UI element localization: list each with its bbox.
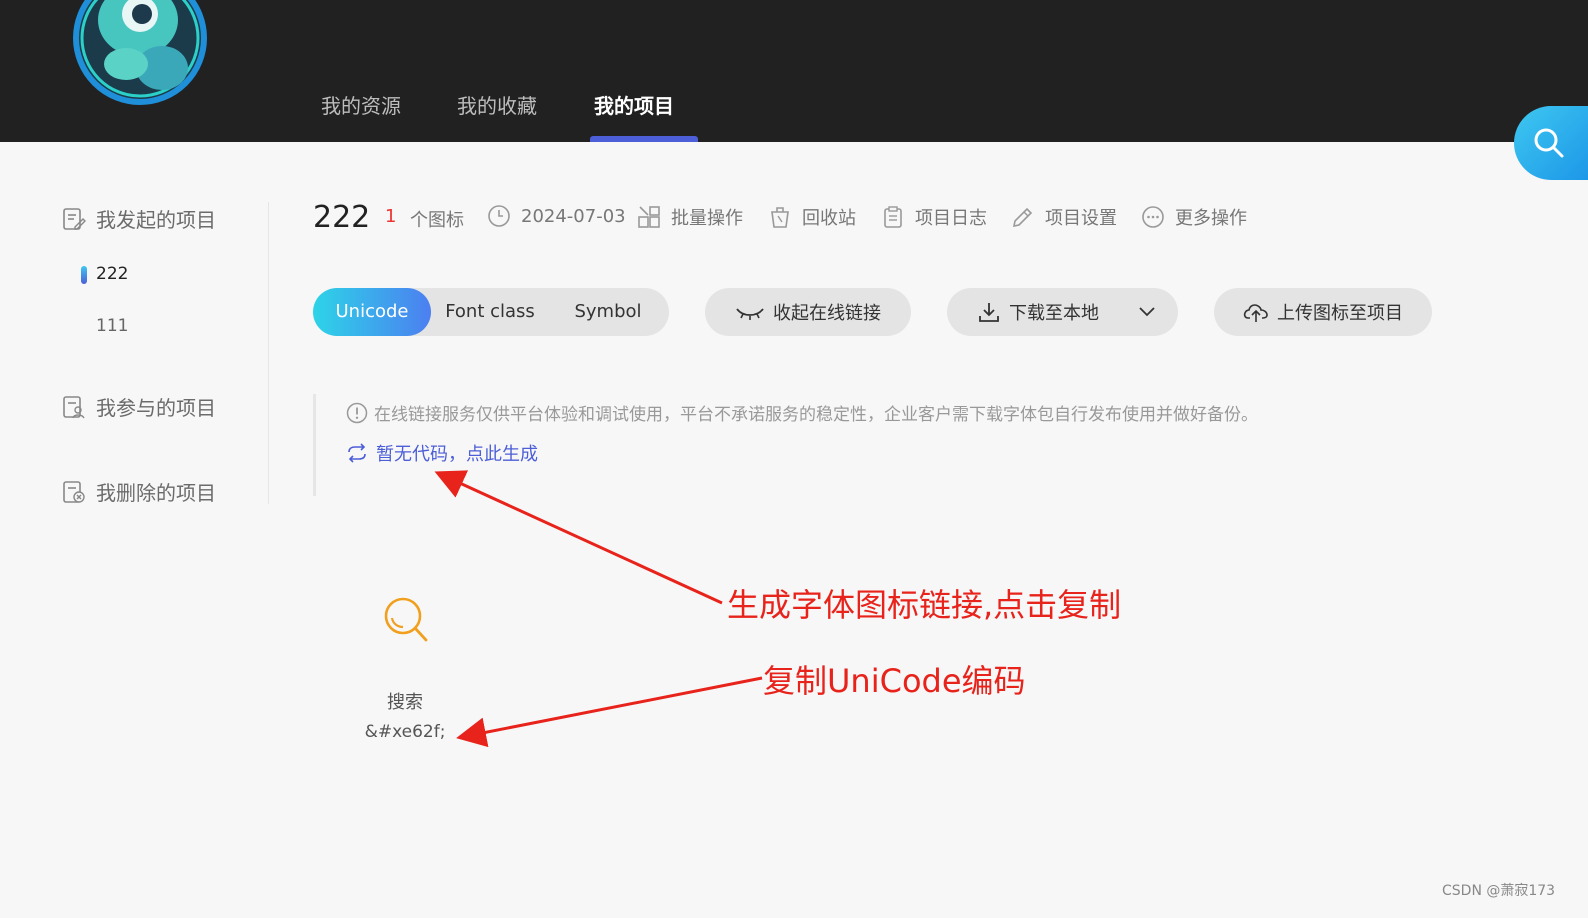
upload-button[interactable]: 上传图标至项目 [1214, 288, 1432, 336]
download-button[interactable]: 下载至本地 [947, 288, 1178, 336]
nav-my-projects[interactable]: 我的项目 [594, 90, 674, 119]
icon-count: 1 [385, 206, 397, 227]
project-settings-label: 项目设置 [1045, 208, 1117, 229]
refresh-icon [348, 443, 366, 463]
project-date-text: 2024-07-03 [521, 205, 626, 227]
annotation-arrow-2 [456, 676, 763, 748]
logo[interactable] [66, 0, 214, 108]
search-button[interactable] [1514, 106, 1588, 180]
icon-card-search[interactable]: 搜索 &#xe62f; [340, 580, 470, 760]
more-actions-button[interactable]: 更多操作 [1141, 204, 1247, 230]
sidebar-group-label: 我发起的项目 [96, 208, 216, 232]
project-log-button[interactable]: 项目日志 [881, 204, 987, 230]
project-log-label: 项目日志 [915, 208, 987, 229]
search-icon [384, 597, 428, 642]
notice-bar [313, 394, 316, 496]
batch-operation-label: 批量操作 [671, 208, 743, 229]
nav-my-favorites[interactable]: 我的收藏 [457, 90, 537, 119]
closed-eye-icon [736, 308, 764, 320]
recycle-bin-icon [771, 207, 789, 228]
cloud-upload-icon [1243, 304, 1268, 322]
sidebar-group-label: 我参与的项目 [96, 396, 216, 420]
clipboard-icon [884, 206, 902, 228]
code-type-font-class[interactable]: Font class [431, 288, 549, 336]
info-icon [346, 402, 368, 423]
collapse-link-label: 收起在线链接 [773, 303, 881, 324]
pencil-icon [1012, 207, 1033, 228]
nav-my-resources[interactable]: 我的资源 [321, 90, 401, 119]
notice-text: 在线链接服务仅供平台体验和调试使用，平台不承诺服务的稳定性，企业客户需下载字体包… [374, 405, 1258, 425]
upload-label: 上传图标至项目 [1277, 303, 1403, 324]
more-actions-label: 更多操作 [1175, 208, 1247, 229]
generate-code-link[interactable]: 暂无代码，点此生成 [346, 440, 538, 466]
recycle-bin-label: 回收站 [802, 208, 856, 229]
nav-active-indicator [590, 136, 698, 142]
clock-icon [488, 205, 510, 227]
icon-name: 搜索 [387, 692, 423, 713]
annotation-arrow-1 [434, 470, 723, 605]
collapse-link-button[interactable]: 收起在线链接 [705, 288, 911, 336]
sidebar-divider [268, 202, 269, 504]
sidebar-group-created[interactable]: 我发起的项目 [62, 204, 216, 233]
sidebar-group-label: 我删除的项目 [96, 481, 216, 505]
search-icon [1534, 128, 1564, 158]
sidebar-project-111[interactable]: 111 [96, 316, 128, 336]
grid-icon [638, 206, 660, 228]
icon-unicode[interactable]: &#xe62f; [340, 722, 470, 742]
chevron-down-icon[interactable] [1138, 304, 1156, 320]
sidebar-project-222[interactable]: 222 [96, 264, 128, 284]
online-link-notice: 在线链接服务仅供平台体验和调试使用，平台不承诺服务的稳定性，企业客户需下载字体包… [346, 400, 1258, 425]
project-title: 222 [313, 200, 371, 235]
top-header: 我的资源 我的收藏 我的项目 [0, 0, 1588, 142]
project-member-icon [63, 395, 85, 418]
project-date: 2024-07-03 [487, 204, 626, 228]
generate-code-label: 暂无代码，点此生成 [376, 444, 538, 465]
code-type-unicode[interactable]: Unicode [313, 288, 431, 336]
project-delete-icon [63, 480, 85, 503]
annotation-note-generate: 生成字体图标链接,点击复制 [727, 586, 1122, 624]
recycle-bin-button[interactable]: 回收站 [768, 204, 856, 230]
sidebar-group-deleted[interactable]: 我删除的项目 [62, 477, 216, 506]
batch-operation-button[interactable]: 批量操作 [637, 204, 743, 230]
active-project-marker [81, 266, 87, 284]
download-label: 下载至本地 [1009, 303, 1099, 324]
download-icon [979, 303, 999, 322]
code-type-symbol[interactable]: Symbol [549, 288, 667, 336]
project-edit-icon [63, 207, 86, 230]
project-settings-button[interactable]: 项目设置 [1011, 204, 1117, 230]
annotation-note-copy-unicode: 复制UniCode编码 [763, 662, 1026, 700]
code-type-switcher: Unicode Font class Symbol [313, 288, 669, 336]
watermark: CSDN @萧寂173 [1442, 883, 1556, 899]
icon-count-label: 个图标 [410, 210, 464, 231]
more-dots-icon [1142, 206, 1164, 228]
sidebar-group-joined[interactable]: 我参与的项目 [62, 392, 216, 421]
